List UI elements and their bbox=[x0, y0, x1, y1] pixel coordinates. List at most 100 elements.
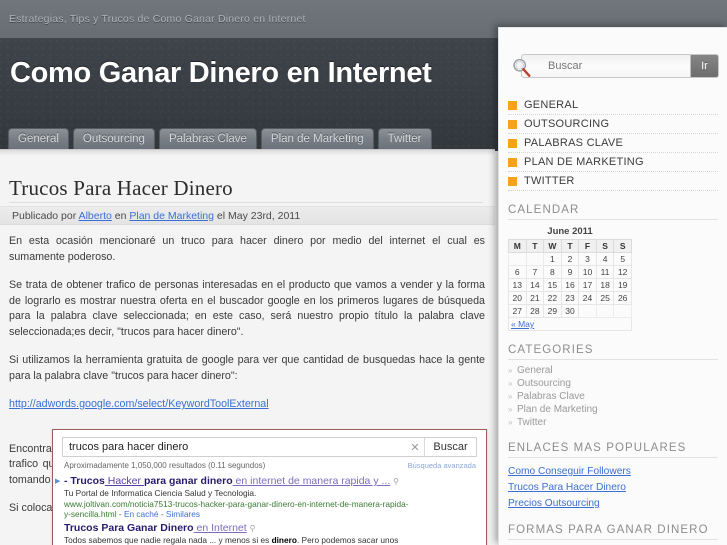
calendar-day-cell[interactable]: 2 bbox=[560, 252, 580, 266]
site-tagline: Estrategias, Tips y Trucos de Como Ganar… bbox=[9, 13, 306, 25]
calendar-day-cell[interactable]: 19 bbox=[613, 278, 632, 292]
calendar-day-cell[interactable]: 9 bbox=[560, 265, 580, 279]
byline-author-link[interactable]: Alberto bbox=[79, 210, 112, 222]
calendar-weekday: S bbox=[595, 239, 615, 253]
serp-r1-similar[interactable]: Similares bbox=[166, 509, 200, 519]
popular-link-3[interactable]: Precios Outsourcing bbox=[508, 498, 600, 509]
calendar-day-cell[interactable]: 10 bbox=[578, 265, 597, 279]
serp-result-1-url-line1: www.joltivan.com/noticia7513-trucos-hack… bbox=[64, 498, 409, 509]
orange-square-icon bbox=[508, 138, 517, 148]
sidebar-item-plan-de-marketing[interactable]: PLAN DE MARKETING bbox=[508, 153, 718, 172]
serp-search-button[interactable]: Buscar bbox=[424, 438, 476, 456]
post-byline: Publicado por Alberto en Plan de Marketi… bbox=[0, 206, 495, 225]
calendar-day-cell[interactable]: 13 bbox=[508, 278, 527, 292]
popular-link-2[interactable]: Trucos Para Hacer Dinero bbox=[508, 482, 626, 493]
serp-result-2-title[interactable]: Trucos Para Ganar Dinero en Internet ⚲ bbox=[64, 522, 478, 535]
serp-result-1-title[interactable]: - Trucos Hacker para ganar dinero en int… bbox=[64, 475, 478, 488]
calendar-day-cell[interactable]: 29 bbox=[543, 304, 562, 318]
site-title: Como Ganar Dinero en Internet bbox=[10, 57, 432, 89]
calendar-day-cell[interactable]: 28 bbox=[525, 304, 545, 318]
calendar-day-cell[interactable]: 11 bbox=[595, 265, 615, 279]
calendar-day-cell[interactable]: 4 bbox=[595, 252, 615, 266]
serp-r2-plain2: en Internet bbox=[193, 522, 247, 534]
calendar-weekday: S bbox=[613, 239, 632, 253]
calendar-day-cell[interactable]: 17 bbox=[578, 278, 597, 292]
search-icon: ⚲ bbox=[249, 524, 256, 533]
calendar-week-row: 12345 bbox=[508, 252, 632, 266]
calendar-empty-cell bbox=[525, 252, 545, 266]
serp-r1-url2: y-sencilla.html bbox=[64, 509, 117, 519]
sidebar-item-palabras-clave[interactable]: PALABRAS CLAVE bbox=[508, 134, 718, 153]
search-input[interactable] bbox=[522, 60, 690, 72]
calendar-day-cell[interactable]: 12 bbox=[613, 265, 632, 279]
sidebar-item-outsourcing[interactable]: OUTSOURCING bbox=[508, 115, 718, 134]
calendar-empty-cell bbox=[508, 252, 527, 266]
calendar-day-cell[interactable]: 6 bbox=[508, 265, 527, 279]
nav-tab-twitter[interactable]: Twitter bbox=[377, 128, 432, 149]
category-link-palabras-clave[interactable]: Palabras Clave bbox=[508, 390, 718, 403]
close-icon[interactable]: ✕ bbox=[406, 441, 424, 454]
calendar-day-cell[interactable]: 23 bbox=[560, 291, 580, 305]
serp-result-1-snippet: Tu Portal de Informatica Ciencia Salud y… bbox=[64, 488, 257, 498]
calendar-day-cell[interactable]: 18 bbox=[595, 278, 615, 292]
serp-advanced-search-link[interactable]: Búsqueda avanzada bbox=[408, 461, 476, 470]
nav-tab-palabras-clave[interactable]: Palabras Clave bbox=[158, 128, 257, 149]
serp-r2-snip-b: . Pero podemos sacar unos bbox=[296, 535, 399, 545]
calendar-day-cell[interactable]: 25 bbox=[595, 291, 615, 305]
search-submit-button[interactable]: Ir bbox=[690, 55, 718, 77]
search-field-wrapper[interactable]: Ir bbox=[521, 54, 719, 78]
serp-query-text: trucos para hacer dinero bbox=[69, 441, 189, 453]
categories-heading: CATEGORIES bbox=[508, 344, 718, 360]
calendar-week-row: 20 21 22 23 24 25 26 bbox=[508, 291, 632, 305]
serp-search-bar[interactable]: trucos para hacer dinero ✕ Buscar bbox=[62, 437, 477, 457]
calendar-empty-cell bbox=[613, 304, 632, 318]
calendar-day-cell[interactable]: 16 bbox=[560, 278, 580, 292]
popular-link-1[interactable]: Como Conseguir Followers bbox=[508, 466, 631, 477]
calendar-day-cell[interactable]: 30 bbox=[560, 304, 580, 318]
nav-tab-general[interactable]: General bbox=[8, 128, 69, 149]
byline-category-link[interactable]: Plan de Marketing bbox=[129, 210, 214, 222]
calendar-day-cell[interactable]: 7 bbox=[525, 265, 545, 279]
serp-result-1: - Trucos Hacker para ganar dinero en int… bbox=[64, 475, 478, 520]
serp-r2-snip-bold: dinero bbox=[271, 535, 297, 545]
calendar-day-cell[interactable]: 26 bbox=[613, 291, 632, 305]
calendar-day-cell[interactable]: 22 bbox=[543, 291, 562, 305]
orange-square-icon bbox=[508, 157, 517, 167]
calendar-weekday-row: M T W T F S S bbox=[508, 239, 632, 253]
nav-tab-outsourcing[interactable]: Outsourcing bbox=[72, 128, 155, 149]
calendar-day-cell[interactable]: 8 bbox=[543, 265, 562, 279]
calendar-day-cell[interactable]: 1 bbox=[543, 252, 562, 266]
calendar-day-cell[interactable]: 5 bbox=[613, 252, 632, 266]
calendar-day-cell[interactable]: 15 bbox=[543, 278, 562, 292]
serp-r1-cache[interactable]: En caché bbox=[124, 509, 159, 519]
serp-r1-lead: - Trucos bbox=[64, 475, 105, 487]
sidebar-item-label: PALABRAS CLAVE bbox=[524, 137, 624, 149]
category-link-twitter[interactable]: Twitter bbox=[508, 416, 718, 429]
calendar-day-cell[interactable]: 21 bbox=[525, 291, 545, 305]
calendar-week-row: 6 7 8 9 10 11 12 bbox=[508, 265, 632, 279]
main-navigation: General Outsourcing Palabras Clave Plan … bbox=[8, 128, 432, 149]
calendar-prev-month-link[interactable]: « May bbox=[508, 317, 632, 331]
post-paragraph-3: Si utilizamos la herramienta gratuita de… bbox=[9, 354, 485, 382]
nav-tab-plan-de-marketing[interactable]: Plan de Marketing bbox=[260, 128, 374, 149]
sidebar-item-label: OUTSOURCING bbox=[524, 118, 610, 130]
sidebar-item-twitter[interactable]: TWITTER bbox=[508, 172, 718, 191]
keyword-tool-link[interactable]: http://adwords.google.com/select/Keyword… bbox=[9, 398, 269, 410]
calendar-empty-cell bbox=[578, 304, 597, 318]
formas-heading: FORMAS PARA GANAR DINERO bbox=[508, 524, 718, 540]
popular-links-list: Como Conseguir Followers Trucos Para Hac… bbox=[508, 463, 718, 511]
sidebar-item-label: PLAN DE MARKETING bbox=[524, 156, 644, 168]
calendar-day-cell[interactable]: 24 bbox=[578, 291, 597, 305]
calendar-empty-cell bbox=[595, 304, 615, 318]
calendar-day-cell[interactable]: 14 bbox=[525, 278, 545, 292]
category-link-plan-de-marketing[interactable]: Plan de Marketing bbox=[508, 403, 718, 416]
calendar-heading: CALENDAR bbox=[508, 204, 718, 220]
calendar-day-cell[interactable]: 27 bbox=[508, 304, 527, 318]
post-paragraph-2: Se trata de obtener trafico de personas … bbox=[9, 279, 485, 338]
category-link-outsourcing[interactable]: Outsourcing bbox=[508, 377, 718, 390]
sidebar-item-general[interactable]: GENERAL bbox=[508, 96, 718, 115]
calendar-day-cell[interactable]: 20 bbox=[508, 291, 527, 305]
calendar-weekday: T bbox=[560, 239, 580, 253]
calendar-day-cell[interactable]: 3 bbox=[578, 252, 597, 266]
category-link-general[interactable]: General bbox=[508, 364, 718, 377]
